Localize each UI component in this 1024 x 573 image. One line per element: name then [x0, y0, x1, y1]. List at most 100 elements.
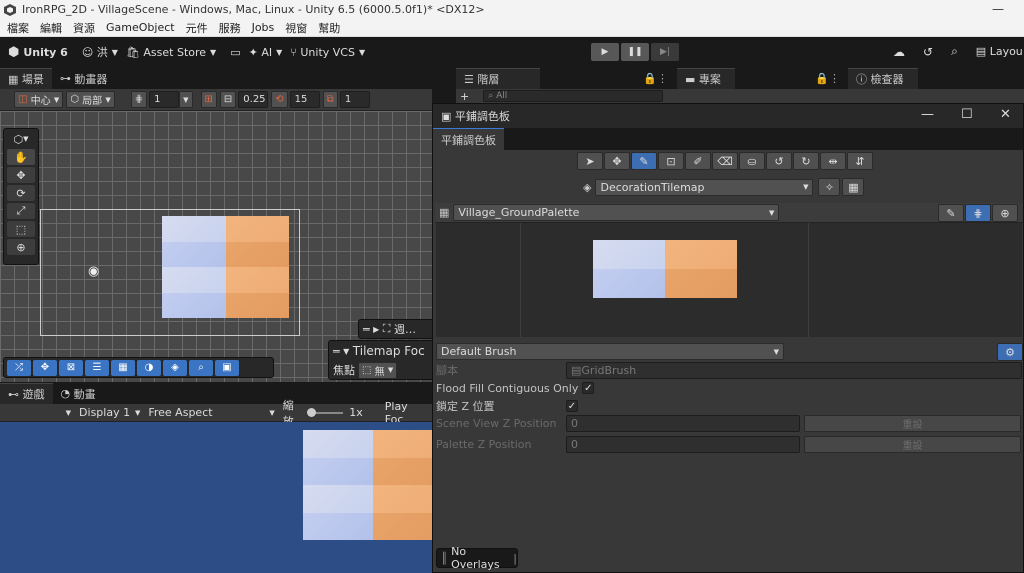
palette-title-bar[interactable]: ▣ 平鋪調色板 — ☐ ✕: [433, 104, 1023, 128]
cloud-icon[interactable]: ☁: [893, 45, 905, 59]
snap-toggle[interactable]: ⊞: [200, 91, 217, 108]
tab-tile-palette[interactable]: 平鋪調色板: [433, 128, 504, 150]
package-button[interactable]: ▭: [230, 46, 240, 59]
gizmo-toggle-button[interactable]: ⊕: [992, 204, 1018, 222]
close-button[interactable]: ✕: [1000, 107, 1011, 122]
more-menu-icon[interactable]: ⋮: [829, 72, 840, 85]
move-tool[interactable]: ✥: [604, 152, 630, 170]
scale-snap-toggle[interactable]: ⧉: [322, 91, 338, 108]
tab-hierarchy[interactable]: ☰ 階層: [456, 68, 540, 89]
scale-value-field[interactable]: 1: [339, 91, 370, 108]
circle-tool[interactable]: ◑: [137, 359, 161, 376]
hand-tool[interactable]: ✋: [7, 149, 35, 165]
fill-tool[interactable]: ⛀: [739, 152, 765, 170]
tab-inspector[interactable]: ⓘ 檢查器: [848, 68, 918, 89]
palette-tile[interactable]: [593, 269, 665, 298]
rotate-ccw-tool[interactable]: ↺: [766, 152, 792, 170]
layers-tool[interactable]: ◈: [163, 359, 187, 376]
layout-button[interactable]: ▤ Layou: [976, 45, 1023, 58]
ai-button[interactable]: ✦ AI ▼: [249, 46, 283, 59]
line-tool[interactable]: ☰: [85, 359, 109, 376]
menu-jobs[interactable]: Jobs: [252, 21, 275, 34]
palette-dropdown[interactable]: Village_GroundPalette ▼: [453, 204, 780, 221]
menu-component[interactable]: 元件: [186, 20, 208, 36]
grid-tool[interactable]: ▦: [111, 359, 135, 376]
active-tilemap-dropdown[interactable]: DecorationTilemap ▼: [595, 178, 814, 196]
palette-tile[interactable]: [665, 269, 737, 298]
play-focus-dropdown[interactable]: Play Foc: [381, 400, 432, 426]
palette-tiles[interactable]: [593, 240, 737, 298]
minimize-button[interactable]: —: [921, 107, 934, 122]
overlays-bar[interactable]: ║ No Overlays |: [436, 545, 518, 571]
rotation-snap-toggle[interactable]: ⟲: [271, 91, 288, 108]
random-brush-tool[interactable]: ⤮: [7, 359, 31, 376]
tab-game[interactable]: ⊷ 遊戲: [0, 383, 53, 404]
eraser-tool[interactable]: ⌫: [712, 152, 738, 170]
tab-project[interactable]: ▬ 專案: [677, 68, 735, 89]
more-menu-icon[interactable]: ⋮: [657, 72, 668, 85]
pivot-dropdown[interactable]: ◫ 中心 ▼: [14, 91, 64, 108]
palette-tile[interactable]: [593, 240, 665, 269]
pause-button[interactable]: ❚❚: [621, 43, 649, 61]
zoom-tool[interactable]: ⌕: [189, 359, 213, 376]
menu-gameobject[interactable]: GameObject: [106, 21, 175, 34]
tab-scene[interactable]: ▦ 場景: [0, 68, 52, 89]
brush-settings-button[interactable]: ⚙: [997, 343, 1023, 361]
grid-size-field[interactable]: 1: [149, 91, 180, 108]
move-tool[interactable]: ✥: [7, 167, 35, 183]
tab-animation[interactable]: ◔ 動畫: [52, 383, 104, 404]
grid-toggle-button[interactable]: ⋕: [965, 204, 991, 222]
select-tool[interactable]: ➤: [577, 152, 603, 170]
hierarchy-search-input[interactable]: ⌕ All: [483, 90, 664, 102]
brush-dropdown[interactable]: Default Brush ▼: [436, 343, 784, 360]
rotate-tool[interactable]: ⟳: [7, 185, 35, 201]
scale-tool[interactable]: ⤢: [7, 203, 35, 219]
rect-tool[interactable]: ⬚: [7, 221, 35, 237]
camera-gizmo-icon[interactable]: ◉: [88, 264, 99, 279]
tab-animator[interactable]: ⊶ 動畫器: [51, 68, 116, 89]
game-viewport[interactable]: [0, 422, 432, 573]
lock-z-checkbox[interactable]: ✓: [566, 400, 578, 412]
scene-overlay-bar[interactable]: ═ ▶ ⛶ 週…: [358, 319, 438, 339]
maximize-button[interactable]: ☐: [961, 107, 973, 122]
display-dropdown[interactable]: Display 1 ▼: [75, 405, 144, 421]
box-fill-tool[interactable]: ⊠: [59, 359, 83, 376]
slider-thumb[interactable]: [307, 407, 317, 417]
box-fill-tool[interactable]: ⊡: [658, 152, 684, 170]
transform-tool[interactable]: ⊕: [7, 239, 35, 255]
menu-services[interactable]: 服務: [219, 20, 241, 36]
focus-dropdown[interactable]: ⬚ 無 ▼: [358, 361, 398, 379]
search-icon[interactable]: ⌕: [951, 44, 958, 59]
scale-slider[interactable]: [307, 407, 344, 417]
vcs-button[interactable]: ⑂ Unity VCS ▼: [290, 46, 365, 59]
menu-edit[interactable]: 編輯: [40, 20, 62, 36]
target-picker-button[interactable]: ✧: [818, 178, 841, 196]
asset-store-button[interactable]: 🛍 Asset Store ▼: [126, 46, 216, 59]
palette-tool[interactable]: ▣: [215, 359, 239, 376]
grid-dropdown[interactable]: ▼: [179, 91, 193, 108]
angle-value-field[interactable]: 15: [289, 91, 320, 108]
snap-value-field[interactable]: 0.25: [238, 91, 269, 108]
menu-assets[interactable]: 資源: [73, 20, 95, 36]
flip-x-tool[interactable]: ⇹: [820, 152, 846, 170]
play-button[interactable]: ▶: [591, 43, 619, 61]
add-icon[interactable]: +: [460, 90, 469, 103]
menu-help[interactable]: 幫助: [318, 20, 340, 36]
history-icon[interactable]: ↺: [923, 45, 933, 59]
target-settings-button[interactable]: ▦: [842, 178, 865, 196]
palette-canvas[interactable]: [436, 223, 1022, 337]
aspect-dropdown[interactable]: Free Aspect ▼: [144, 405, 278, 421]
flip-y-tool[interactable]: ⇵: [847, 152, 873, 170]
space-dropdown[interactable]: ⬡ 局部 ▼: [66, 91, 115, 108]
edit-palette-button[interactable]: ✎: [938, 204, 964, 222]
game-mode-dropdown[interactable]: ▼: [0, 405, 75, 421]
menu-file[interactable]: 檔案: [7, 20, 29, 36]
move-selection-tool[interactable]: ✥: [33, 359, 57, 376]
view-options-button[interactable]: ⬡ ▼: [7, 131, 35, 147]
flood-fill-checkbox[interactable]: ✓: [582, 382, 595, 394]
palette-tile[interactable]: [665, 240, 737, 269]
account-button[interactable]: ☺ 洪 ▼: [82, 44, 118, 60]
increment-snap-toggle[interactable]: ⊟: [219, 91, 237, 108]
rotate-cw-tool[interactable]: ↻: [793, 152, 819, 170]
picker-tool[interactable]: ✐: [685, 152, 711, 170]
